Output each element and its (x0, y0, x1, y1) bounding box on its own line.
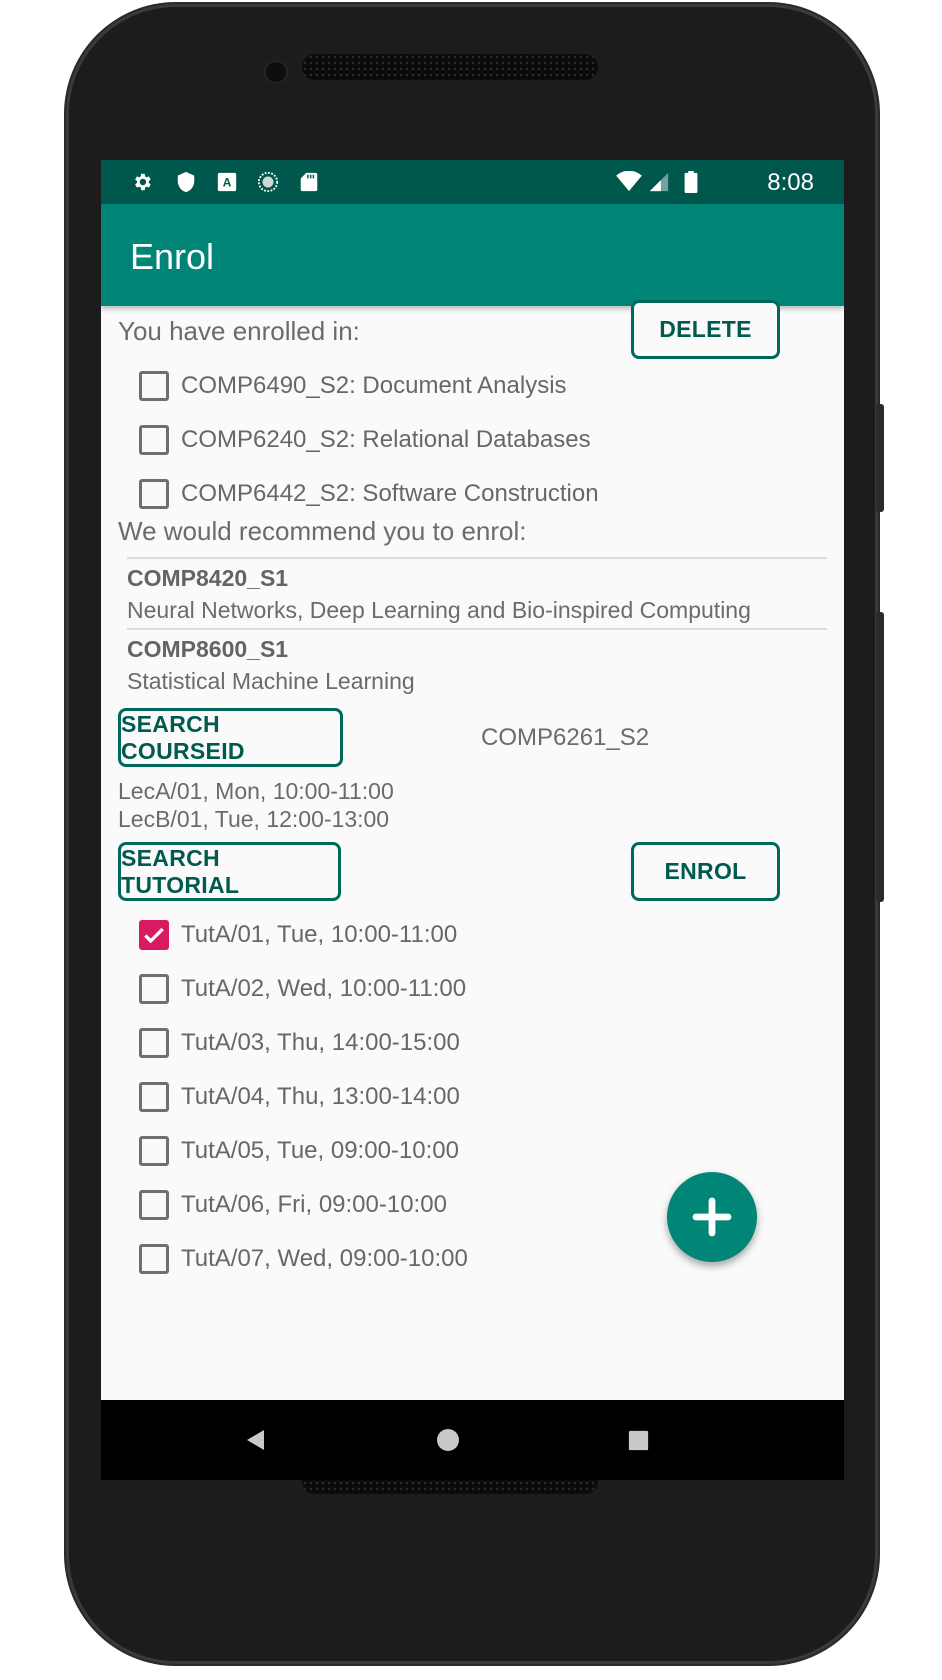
add-fab-button[interactable] (667, 1172, 757, 1262)
volume-button (876, 612, 884, 902)
lecture-line-1: LecA/01, Mon, 10:00-11:00 (118, 778, 394, 804)
course-code: COMP8600_S1 (127, 636, 289, 662)
enrolled-checkbox-3[interactable] (139, 479, 169, 509)
top-speaker (302, 54, 598, 80)
list-item[interactable]: COMP8420_S1 Neural Networks, Deep Learni… (101, 559, 844, 629)
search-tutorial-button[interactable]: SEARCH TUTORIAL (118, 842, 341, 901)
tutorial-checkbox-6[interactable] (139, 1190, 169, 1220)
search-courseid-button[interactable]: SEARCH COURSEID (118, 708, 343, 767)
tutorial-label: TutA/06, Fri, 09:00-10:00 (181, 1191, 447, 1218)
clock-time: 8:08 (767, 169, 814, 196)
tutorial-label: TutA/05, Tue, 09:00-10:00 (181, 1137, 459, 1164)
app-bar: Enrol (101, 204, 844, 306)
navigation-bar (101, 1400, 844, 1480)
course-code: COMP8420_S1 (127, 565, 289, 591)
enrolled-item-label: COMP6490_S2: Document Analysis (181, 372, 567, 399)
page-title: Enrol (130, 236, 215, 277)
plus-icon (692, 1197, 732, 1237)
back-icon[interactable] (244, 1428, 268, 1452)
screen: A 8:08 Enrol You have enrolled in: DELET… (101, 160, 844, 1480)
list-item[interactable]: COMP8600_S1 Statistical Machine Learning (101, 630, 844, 700)
tutorial-checkbox-4[interactable] (139, 1082, 169, 1112)
enrolled-heading: You have enrolled in: (118, 316, 360, 346)
enrol-button[interactable]: ENROL (631, 842, 780, 901)
tutorial-label: TutA/03, Thu, 14:00-15:00 (181, 1029, 460, 1056)
tutorial-list: TutA/01, Tue, 10:00-11:00 TutA/02, Wed, … (101, 908, 844, 1398)
enrolled-checkbox-1[interactable] (139, 371, 169, 401)
home-icon[interactable] (436, 1428, 460, 1452)
enrolled-item-label: COMP6240_S2: Relational Databases (181, 426, 591, 453)
a-box-icon: A (217, 172, 237, 192)
tutorial-checkbox-2[interactable] (139, 974, 169, 1004)
tutorial-label: TutA/02, Wed, 10:00-11:00 (181, 975, 467, 1002)
shield-icon (177, 171, 195, 193)
enrolled-checkbox-2[interactable] (139, 425, 169, 455)
tutorial-checkbox-1[interactable] (139, 920, 169, 950)
battery-icon (684, 171, 698, 193)
sd-card-icon (300, 172, 318, 192)
wifi-icon (616, 171, 642, 192)
svg-text:A: A (223, 176, 232, 190)
lecture-line-2: LecB/01, Tue, 12:00-13:00 (118, 806, 390, 832)
recommend-heading: We would recommend you to enrol: (118, 516, 527, 546)
check-icon (144, 927, 164, 944)
sync-circle-icon (257, 171, 279, 193)
status-bar: A 8:08 (101, 160, 844, 204)
tutorial-checkbox-7[interactable] (139, 1244, 169, 1274)
delete-button[interactable]: DELETE (631, 300, 780, 359)
recents-icon[interactable] (628, 1430, 649, 1451)
enrolled-item-label: COMP6442_S2: Software Construction (181, 480, 599, 507)
tutorial-label: TutA/04, Thu, 13:00-14:00 (181, 1083, 460, 1110)
signal-icon (649, 172, 669, 192)
power-button (876, 404, 884, 512)
tutorial-label: TutA/07, Wed, 09:00-10:00 (181, 1245, 468, 1272)
course-id-value: COMP6261_S2 (481, 724, 650, 751)
tutorial-checkbox-5[interactable] (139, 1136, 169, 1166)
gear-icon (135, 173, 151, 191)
tutorial-checkbox-3[interactable] (139, 1028, 169, 1058)
course-name: Neural Networks, Deep Learning and Bio-i… (127, 597, 751, 623)
tutorial-label: TutA/01, Tue, 10:00-11:00 (181, 921, 458, 948)
front-camera (264, 60, 288, 84)
course-name: Statistical Machine Learning (127, 668, 415, 694)
